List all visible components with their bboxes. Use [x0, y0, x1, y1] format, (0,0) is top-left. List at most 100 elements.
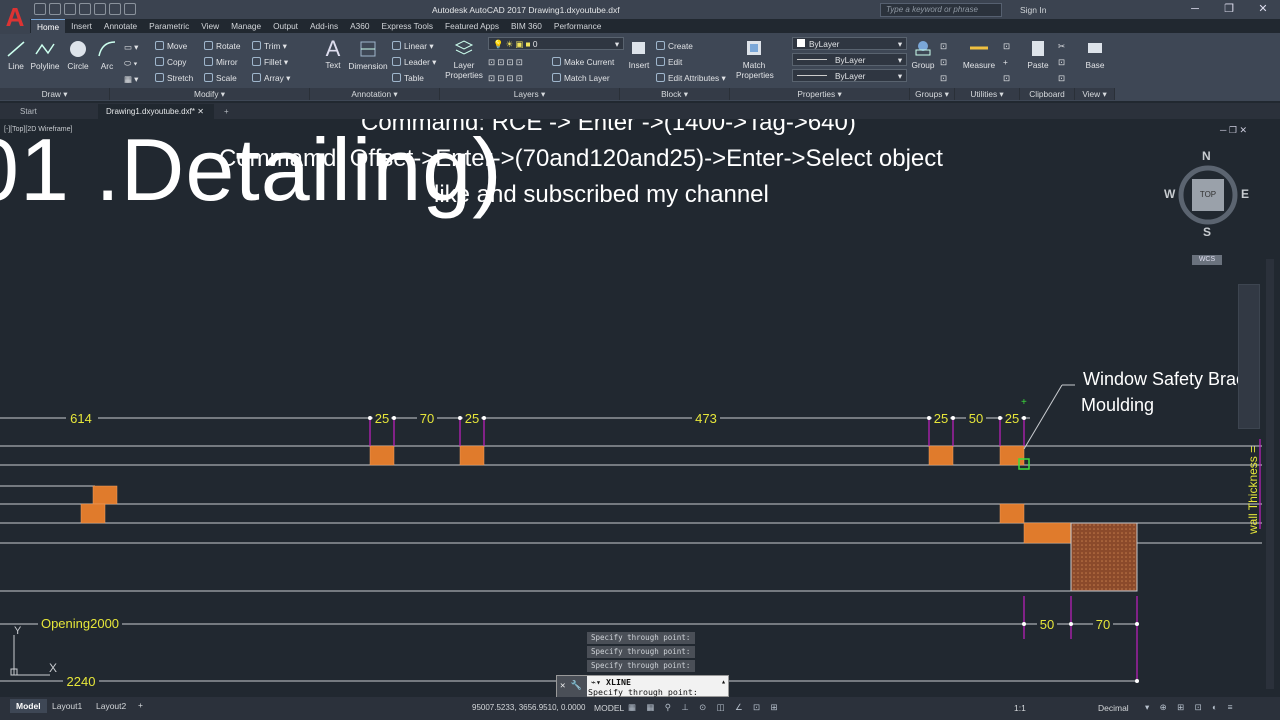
dimension-button[interactable]: Dimension [348, 39, 388, 71]
tab-manage[interactable]: Manage [225, 19, 267, 33]
model-space-toggle[interactable]: MODEL [594, 703, 624, 713]
viewcube-east[interactable]: E [1241, 187, 1249, 201]
linear-button[interactable]: Linear ▾ [392, 38, 436, 54]
redo-icon[interactable] [124, 3, 136, 15]
layers-panel-footer[interactable]: Layers ▾ [440, 88, 620, 100]
line-button[interactable]: Line [4, 39, 28, 71]
clipboard-panel-footer[interactable]: Clipboard [1020, 88, 1075, 100]
layer-tool-icons[interactable]: ⊡ ⊡ ⊡ ⊡ ⊡ ⊡ ⊡ ⊡ [488, 54, 523, 86]
tab-express-tools[interactable]: Express Tools [376, 19, 440, 33]
undo-icon[interactable] [109, 3, 121, 15]
quick-access-toolbar[interactable] [34, 3, 136, 15]
fillet-button[interactable]: Fillet ▾ [252, 54, 290, 70]
base-view-button[interactable]: Base [1082, 38, 1108, 70]
command-line[interactable]: ✕ 🔧 ⌁▾ XLINE Specify through point: ▴ [556, 675, 729, 698]
array-button[interactable]: Array ▾ [252, 70, 290, 86]
app-logo[interactable]: A [0, 0, 30, 34]
group-button[interactable]: Group [911, 38, 935, 70]
groups-panel-footer[interactable]: Groups ▾ [910, 88, 955, 100]
copy-button[interactable]: Copy [155, 54, 193, 70]
maximize-icon[interactable]: ❐ [1212, 0, 1246, 19]
color-dropdown[interactable]: ByLayer ▾ [792, 37, 907, 50]
layer-properties-button[interactable]: Layer Properties [444, 38, 484, 80]
block-panel-footer[interactable]: Block ▾ [620, 88, 730, 100]
close-icon[interactable]: ✕ [1246, 0, 1280, 19]
signin-button[interactable]: Sign In [1020, 5, 1046, 15]
viewcube-south[interactable]: S [1203, 225, 1211, 239]
tab-annotate[interactable]: Annotate [98, 19, 143, 33]
linetype-dropdown[interactable]: ByLayer ▾ [792, 53, 907, 66]
tab-home[interactable]: Home [31, 19, 66, 33]
mirror-button[interactable]: Mirror [204, 54, 240, 70]
leader-button[interactable]: Leader ▾ [392, 54, 436, 70]
tab-performance[interactable]: Performance [548, 19, 608, 33]
scale-button[interactable]: Scale [204, 70, 240, 86]
coordinate-readout[interactable]: 95007.5233, 3656.9510, 0.0000 [472, 703, 585, 712]
draw-panel-footer[interactable]: Draw ▾ [0, 88, 110, 100]
open-icon[interactable] [49, 3, 61, 15]
command-line-controls[interactable]: ✕ 🔧 [557, 676, 587, 698]
view-panel-footer[interactable]: View ▾ [1075, 88, 1115, 100]
drawing-canvas[interactable]: [-][Top][2D Wireframe] ─ ❐ ✕ 614 25 70 2… [0, 119, 1280, 697]
match-layer-button[interactable]: Match Layer [552, 70, 614, 86]
insert-button[interactable]: Insert [627, 38, 651, 70]
tab-model[interactable]: Model [10, 699, 47, 713]
annotation-scale[interactable]: 1:1 [1014, 703, 1026, 713]
circle-button[interactable]: Circle [64, 39, 92, 71]
viewcube-north[interactable]: N [1202, 149, 1211, 163]
command-prompt[interactable]: Specify through point: [588, 687, 698, 697]
navigation-bar[interactable] [1238, 284, 1260, 429]
trim-button[interactable]: Trim ▾ [252, 38, 290, 54]
close-icon[interactable]: ✕ [197, 107, 204, 116]
print-icon[interactable] [94, 3, 106, 15]
tab-featured-apps[interactable]: Featured Apps [439, 19, 505, 33]
clipboard-tool-icons[interactable]: ✂ ⊡ ⊡ [1058, 38, 1065, 86]
arc-button[interactable]: Arc [96, 39, 118, 71]
measure-button[interactable]: Measure [962, 38, 996, 70]
edit-attributes-button[interactable]: Edit Attributes ▾ [656, 70, 726, 86]
tab-addins[interactable]: Add-ins [304, 19, 344, 33]
file-tab-start[interactable]: Start [12, 104, 98, 119]
command-history-toggle-icon[interactable]: ▴ [721, 677, 726, 686]
file-tab-drawing1[interactable]: Drawing1.dxyoutube.dxf* ✕ [98, 104, 214, 119]
layer-dropdown[interactable]: 💡 ☀ ▣ ■ 0 ▾ [488, 37, 624, 50]
annotation-panel-footer[interactable]: Annotation ▾ [310, 88, 440, 100]
group-tool-icons[interactable]: ⊡ ⊡ ⊡ [940, 38, 947, 86]
tab-layout1[interactable]: Layout1 [52, 701, 82, 711]
polyline-button[interactable]: Polyline [29, 39, 61, 71]
saveas-icon[interactable] [79, 3, 91, 15]
new-icon[interactable] [34, 3, 46, 15]
table-button[interactable]: Table [392, 70, 436, 86]
status-tool-icons[interactable]: ▾ ⊕ ⊞ ⊡ ◐ ≡ [1145, 702, 1237, 713]
save-icon[interactable] [64, 3, 76, 15]
move-button[interactable]: Move [155, 38, 193, 54]
edit-block-button[interactable]: Edit [656, 54, 726, 70]
tab-output[interactable]: Output [267, 19, 304, 33]
minimize-icon[interactable]: ─ [1178, 0, 1212, 19]
new-tab-button[interactable]: + [216, 104, 234, 119]
viewcube[interactable]: N S E W TOP WCS [1164, 149, 1249, 265]
add-layout-icon[interactable]: + [138, 700, 143, 710]
wcs-menu[interactable]: WCS [1192, 255, 1222, 265]
search-input[interactable]: Type a keyword or phrase [880, 3, 1002, 17]
properties-panel-footer[interactable]: Properties ▾ [730, 88, 910, 100]
tab-a360[interactable]: A360 [344, 19, 375, 33]
stretch-button[interactable]: Stretch [155, 70, 193, 86]
make-current-button[interactable]: Make Current [552, 54, 614, 70]
draw-extra-icons[interactable]: ▭ ▾ ⬭ ▾ ▦ ▾ [124, 39, 138, 87]
viewcube-top-face[interactable]: TOP [1192, 190, 1224, 199]
tab-view[interactable]: View [195, 19, 225, 33]
tab-insert[interactable]: Insert [65, 19, 98, 33]
tab-bim360[interactable]: BIM 360 [505, 19, 548, 33]
text-button[interactable]: A Text [322, 38, 344, 71]
utilities-panel-footer[interactable]: Utilities ▾ [955, 88, 1020, 100]
viewcube-west[interactable]: W [1164, 187, 1175, 201]
lineweight-dropdown[interactable]: ByLayer ▾ [792, 69, 907, 82]
vertical-scrollbar[interactable] [1266, 259, 1274, 689]
create-block-button[interactable]: Create [656, 38, 726, 54]
utility-tool-icons[interactable]: ⊡ + ⊡ [1003, 38, 1010, 86]
drafting-toggle-icons[interactable]: ▦ ▦ ⚲ ⊥ ⊙ ◫ ∠ ⊡ ⊞ [628, 702, 782, 713]
paste-button[interactable]: Paste [1026, 38, 1050, 70]
tab-layout2[interactable]: Layout2 [96, 701, 126, 711]
units-display[interactable]: Decimal [1098, 703, 1129, 713]
